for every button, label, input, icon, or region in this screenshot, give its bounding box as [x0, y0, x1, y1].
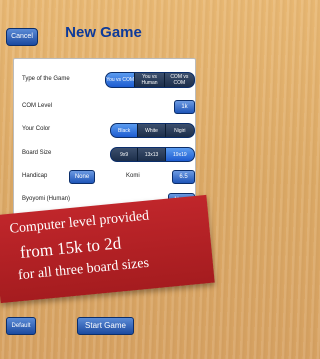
default-button[interactable]: Default: [6, 317, 36, 335]
page-title: New Game: [65, 24, 142, 41]
handicap-button[interactable]: None: [69, 170, 95, 184]
your-color-label: Your Color: [22, 126, 51, 132]
game-type-segmented[interactable]: You vs COM You vs Human COM vs COM: [105, 72, 195, 88]
com-level-label: COM Level: [22, 103, 53, 109]
board-size-segmented[interactable]: 9x9 13x13 19x19: [110, 147, 195, 162]
color-option[interactable]: White: [138, 124, 166, 137]
handicap-label: Handicap: [22, 173, 48, 179]
byoyomi-label: Byoyomi (Human): [22, 196, 71, 202]
color-segmented[interactable]: Black White Nigiri: [110, 123, 195, 138]
banner-line-2: from 15k to 2d: [19, 233, 122, 262]
board-size-option[interactable]: 13x13: [138, 148, 166, 161]
game-type-option[interactable]: You vs COM: [106, 73, 136, 87]
board-size-option[interactable]: 19x19: [165, 148, 194, 161]
color-option[interactable]: Nigiri: [166, 124, 194, 137]
board-size-label: Board Size: [22, 150, 52, 156]
com-level-button[interactable]: 1k: [174, 100, 195, 114]
komi-button[interactable]: 6.5: [172, 170, 195, 184]
banner-line-1: Computer level provided: [8, 208, 150, 237]
start-game-button[interactable]: Start Game: [77, 317, 134, 335]
game-type-option[interactable]: You vs Human: [135, 73, 165, 87]
game-type-option[interactable]: COM vs COM: [165, 73, 194, 87]
color-option[interactable]: Black: [111, 124, 139, 137]
board-size-option[interactable]: 9x9: [111, 148, 139, 161]
komi-label: Komi: [126, 173, 140, 179]
game-type-label: Type of the Game: [22, 76, 70, 82]
promo-banner: Computer level provided from 15k to 2d f…: [0, 194, 215, 304]
